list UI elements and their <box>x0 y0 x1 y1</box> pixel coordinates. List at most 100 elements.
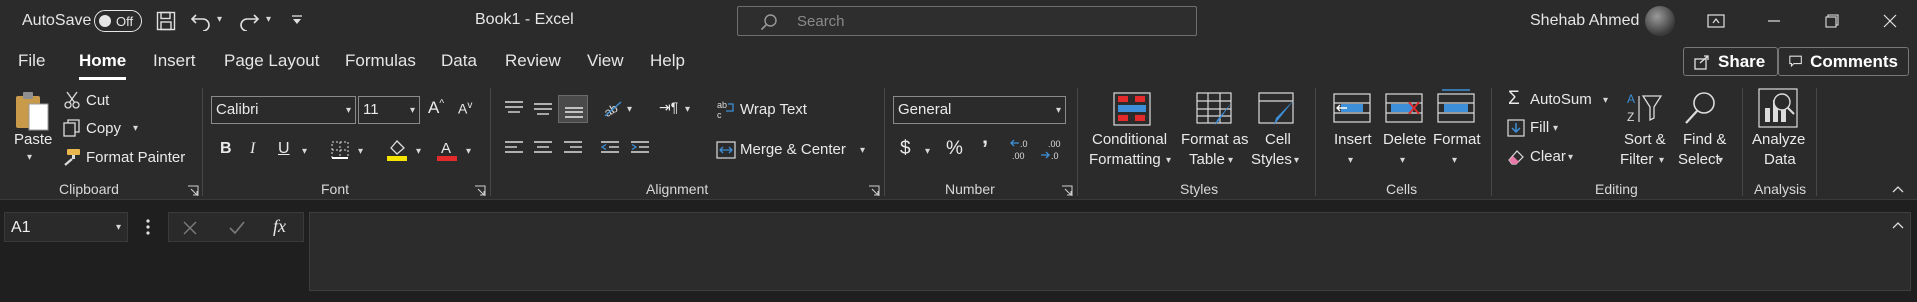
ribbon-display-options-button[interactable] <box>1687 0 1745 42</box>
font-color-icon[interactable]: A <box>436 138 458 162</box>
increase-font-size-icon[interactable]: A^ <box>428 98 444 118</box>
fill-dropdown-icon[interactable]: ▾ <box>1553 123 1558 134</box>
format-painter-label[interactable]: Format Painter <box>86 149 185 166</box>
tab-file[interactable]: File <box>18 51 45 71</box>
delete-cells-dropdown-icon[interactable]: ▾ <box>1400 155 1405 166</box>
user-name[interactable]: Shehab Ahmed <box>1530 12 1639 30</box>
cell-styles-label-1[interactable]: Cell <box>1265 131 1291 148</box>
customize-qat-icon[interactable] <box>290 14 304 26</box>
minimize-button[interactable] <box>1745 0 1803 42</box>
autosave-toggle[interactable]: Off <box>94 10 142 32</box>
find-select-label-2[interactable]: Select <box>1678 151 1720 168</box>
middle-align-icon[interactable] <box>533 100 553 116</box>
align-right-icon[interactable] <box>563 140 583 156</box>
underline-icon[interactable]: U <box>278 140 290 158</box>
insert-cells-icon[interactable] <box>1333 92 1371 124</box>
font-launcher-icon[interactable] <box>474 185 486 197</box>
autosum-dropdown-icon[interactable]: ▾ <box>1603 95 1608 106</box>
collapse-formula-bar-icon[interactable] <box>1892 221 1904 229</box>
clear-icon[interactable] <box>1507 148 1525 166</box>
wrap-text-label[interactable]: Wrap Text <box>740 101 807 118</box>
insert-cells-dropdown-icon[interactable]: ▾ <box>1348 155 1353 166</box>
borders-icon[interactable] <box>330 140 350 160</box>
decrease-decimal-icon[interactable]: .00 .0 <box>1040 138 1064 162</box>
analyze-data-label-2[interactable]: Data <box>1764 151 1796 168</box>
format-as-table-label-2[interactable]: Table <box>1189 151 1225 168</box>
decrease-indent-icon[interactable] <box>600 140 620 156</box>
merge-center-icon[interactable] <box>716 140 736 160</box>
delete-cells-icon[interactable] <box>1385 92 1423 124</box>
sort-filter-label-1[interactable]: Sort & <box>1624 131 1666 148</box>
tab-formulas[interactable]: Formulas <box>345 51 416 71</box>
copy-label[interactable]: Copy <box>86 120 121 137</box>
fill-color-dropdown-icon[interactable]: ▾ <box>416 146 421 157</box>
delete-cells-label[interactable]: Delete <box>1383 131 1426 148</box>
share-button[interactable]: Share <box>1683 47 1778 76</box>
analyze-data-icon[interactable] <box>1758 88 1798 128</box>
autosum-label[interactable]: AutoSum <box>1530 91 1592 108</box>
format-cells-icon[interactable] <box>1437 88 1475 124</box>
undo-icon[interactable] <box>190 11 212 31</box>
underline-dropdown-icon[interactable]: ▾ <box>302 146 307 157</box>
find-select-label-1[interactable]: Find & <box>1683 131 1726 148</box>
merge-center-dropdown-icon[interactable]: ▾ <box>860 145 865 156</box>
tab-help[interactable]: Help <box>650 51 685 71</box>
clipboard-launcher-icon[interactable] <box>187 185 199 197</box>
increase-decimal-icon[interactable]: .0 .00 <box>1010 138 1034 162</box>
comma-style-icon[interactable]: ’ <box>982 136 988 162</box>
find-select-dropdown-icon[interactable]: ▾ <box>1718 155 1723 166</box>
cut-icon[interactable] <box>63 91 81 109</box>
number-launcher-icon[interactable] <box>1061 185 1073 197</box>
conditional-formatting-label-2[interactable]: Formatting <box>1089 151 1161 168</box>
save-icon[interactable] <box>156 11 176 31</box>
tab-insert[interactable]: Insert <box>153 51 196 71</box>
sort-filter-icon[interactable]: A Z <box>1625 90 1663 126</box>
more-options-icon[interactable] <box>146 218 150 236</box>
clear-label[interactable]: Clear <box>1530 148 1566 165</box>
format-as-table-dropdown-icon[interactable]: ▾ <box>1228 155 1233 166</box>
sort-filter-label-2[interactable]: Filter <box>1620 151 1653 168</box>
fill-color-icon[interactable] <box>386 138 408 162</box>
formula-input[interactable] <box>309 212 1911 291</box>
cell-styles-icon[interactable] <box>1258 92 1296 126</box>
name-box[interactable]: A1 ▾ <box>4 212 128 242</box>
format-painter-icon[interactable] <box>63 148 81 166</box>
insert-cells-label[interactable]: Insert <box>1334 131 1372 148</box>
undo-dropdown-icon[interactable]: ▾ <box>217 14 222 25</box>
find-select-icon[interactable] <box>1683 90 1719 126</box>
conditional-formatting-dropdown-icon[interactable]: ▾ <box>1166 155 1171 166</box>
tab-page-layout[interactable]: Page Layout <box>224 51 319 71</box>
accounting-dropdown-icon[interactable]: ▾ <box>925 146 930 157</box>
number-format-dropdown[interactable]: General ▾ <box>893 96 1066 124</box>
cell-styles-dropdown-icon[interactable]: ▾ <box>1294 155 1299 166</box>
cut-label[interactable]: Cut <box>86 92 109 109</box>
analyze-data-label-1[interactable]: Analyze <box>1752 131 1805 148</box>
align-left-icon[interactable] <box>504 140 524 156</box>
fill-label[interactable]: Fill <box>1530 119 1549 136</box>
percent-style-icon[interactable]: % <box>946 138 963 160</box>
paste-label[interactable]: Paste <box>14 131 52 148</box>
paste-dropdown-icon[interactable]: ▾ <box>27 152 32 163</box>
accounting-format-icon[interactable]: $ <box>900 138 911 160</box>
merge-center-label[interactable]: Merge & Center <box>740 141 846 158</box>
orientation-dropdown-icon[interactable]: ▾ <box>627 104 632 115</box>
copy-icon[interactable] <box>63 119 81 137</box>
bottom-align-button[interactable] <box>558 95 588 123</box>
format-as-table-label-1[interactable]: Format as <box>1181 131 1249 148</box>
font-color-dropdown-icon[interactable]: ▾ <box>466 146 471 157</box>
align-center-icon[interactable] <box>533 140 553 156</box>
autosum-icon[interactable]: Σ <box>1508 88 1520 110</box>
collapse-ribbon-icon[interactable] <box>1892 185 1904 193</box>
cancel-entry-icon[interactable] <box>183 221 197 235</box>
alignment-launcher-icon[interactable] <box>868 185 880 197</box>
confirm-entry-icon[interactable] <box>229 221 245 235</box>
tab-data[interactable]: Data <box>441 51 477 71</box>
format-cells-dropdown-icon[interactable]: ▾ <box>1452 155 1457 166</box>
insert-function-icon[interactable]: fx <box>273 216 286 237</box>
format-as-table-icon[interactable] <box>1196 92 1234 126</box>
font-name-dropdown[interactable]: Calibri ▾ <box>211 96 356 124</box>
tab-view[interactable]: View <box>587 51 624 71</box>
copy-dropdown-icon[interactable]: ▾ <box>133 123 138 134</box>
rtl-icon[interactable]: ⇥¶ <box>659 99 678 116</box>
tab-home[interactable]: Home <box>79 51 126 71</box>
